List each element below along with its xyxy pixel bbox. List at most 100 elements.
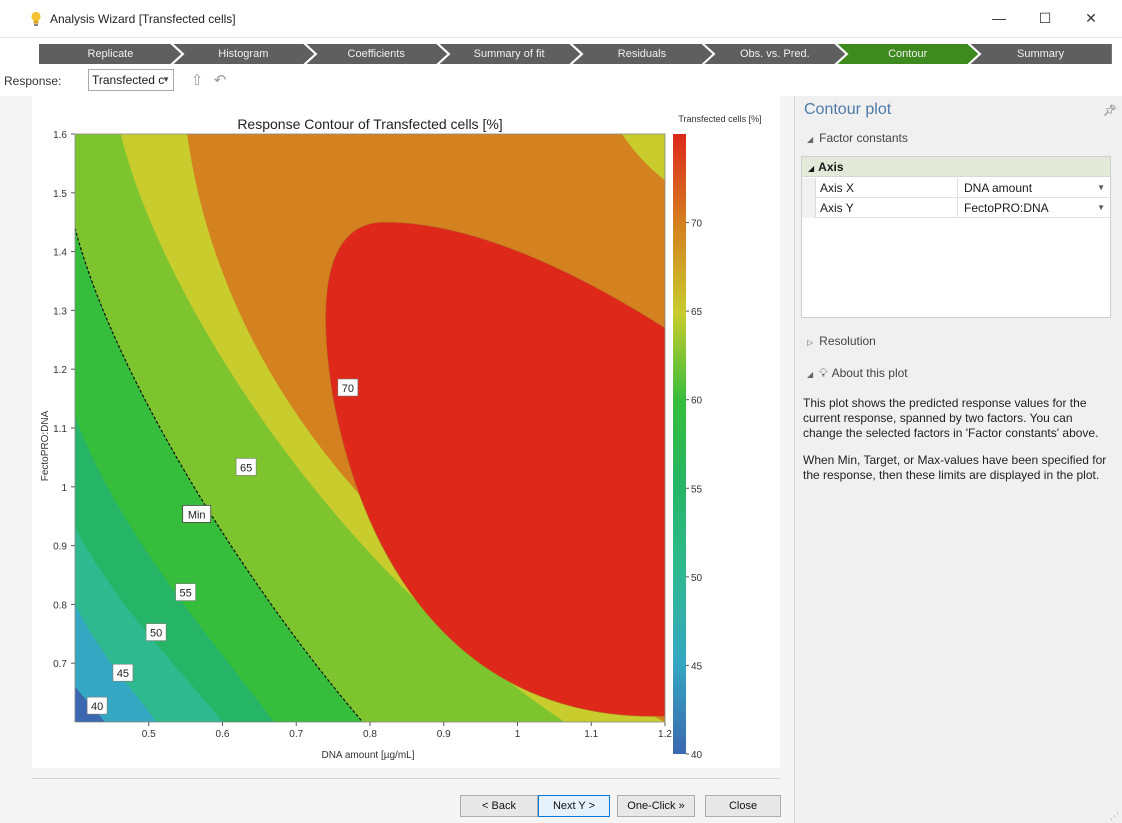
step-contour[interactable]: Contour <box>835 43 981 65</box>
contour-label: 45 <box>117 668 129 680</box>
axis-x-select[interactable]: DNA amount ▼ <box>957 178 1110 198</box>
colorbar-title: Transfected cells [%] <box>678 114 761 124</box>
contour-fills <box>75 134 665 722</box>
colorbar-tick-label: 40 <box>691 750 703 761</box>
x-tick-label: 1.2 <box>658 729 672 740</box>
lightbulb-icon <box>31 11 41 26</box>
chart-title: Response Contour of Transfected cells [%… <box>237 116 502 132</box>
response-label: Response: <box>4 74 62 88</box>
factor-constants-header[interactable]: ◢ Factor constants <box>807 131 908 145</box>
x-tick-label: 0.7 <box>289 729 303 740</box>
step-summary-of-fit[interactable]: Summary of fit <box>436 43 582 65</box>
step-obs-vs-pred[interactable]: Obs. vs. Pred. <box>702 43 848 65</box>
maximize-button[interactable]: ☐ <box>1022 0 1068 36</box>
chevron-down-icon: ▼ <box>1097 203 1105 212</box>
export-icon[interactable]: ⇧ <box>187 71 207 89</box>
min-label: Min <box>188 509 206 521</box>
lightbulb-outline-icon: 💡︎ <box>819 366 828 380</box>
side-panel: Contour plot 📌︎ ◢ Factor constants ◢ Axis … <box>794 96 1122 823</box>
y-tick-label: 1.1 <box>53 424 67 435</box>
pin-icon[interactable]: 📌︎ <box>1103 104 1117 117</box>
y-tick-label: 0.7 <box>53 659 67 670</box>
axis-property-grid: ◢ Axis Axis X DNA amount ▼ Axis Y FectoPRO… <box>801 156 1111 318</box>
y-tick-label: 1.2 <box>53 365 67 376</box>
colorbar-tick-label: 55 <box>691 484 703 495</box>
step-replicate[interactable]: Replicate <box>38 43 183 65</box>
collapse-triangle-icon: ◢ <box>807 370 814 379</box>
right-gutter <box>780 96 794 823</box>
back-button[interactable]: < Back <box>460 795 538 817</box>
axis-x-row[interactable]: Axis X DNA amount ▼ <box>802 178 1110 198</box>
response-select[interactable]: Transfected c ▼ <box>88 69 174 91</box>
undo-icon[interactable]: ↶ <box>210 71 230 89</box>
window-title: Analysis Wizard [Transfected cells] <box>50 12 236 26</box>
step-label: Contour <box>888 48 928 60</box>
colorbar-tick-label: 65 <box>691 307 703 318</box>
resize-grip-icon[interactable]: ⋰ <box>1110 811 1120 821</box>
contour-plot-area: Response Contour of Transfected cells [%… <box>32 106 780 768</box>
chevron-down-icon: ▼ <box>1097 183 1105 192</box>
step-coefficients[interactable]: Coefficients <box>303 43 449 65</box>
step-label: Coefficients <box>347 48 405 60</box>
x-tick-label: 0.8 <box>363 729 377 740</box>
colorbar-gradient <box>673 134 686 754</box>
about-paragraph-1: This plot shows the predicted response v… <box>803 396 1099 440</box>
colorbar-tick-label: 60 <box>691 396 703 407</box>
wizard-steps: Replicate Histogram Coefficients Summary of… <box>38 43 1113 65</box>
colorbar-tick-label: 45 <box>691 661 703 672</box>
colorbar-tick-label: 50 <box>691 573 703 584</box>
response-select-value: Transfected c <box>92 73 165 87</box>
chevron-down-icon: ▼ <box>162 75 170 84</box>
x-tick-label: 1.1 <box>584 729 598 740</box>
title-bar: Analysis Wizard [Transfected cells] — ☐ … <box>0 0 1122 38</box>
step-label: Replicate <box>87 48 134 60</box>
axis-y-row[interactable]: Axis Y FectoPRO:DNA ▼ <box>802 198 1110 218</box>
y-tick-label: 1.3 <box>53 306 67 317</box>
y-tick-label: 1.6 <box>53 130 67 141</box>
axis-y-select[interactable]: FectoPRO:DNA ▼ <box>957 198 1110 218</box>
x-tick-label: 0.5 <box>142 729 156 740</box>
y-tick-label: 1.5 <box>53 189 67 200</box>
x-tick-label: 0.9 <box>437 729 451 740</box>
x-axis: 0.5 0.6 0.7 0.8 0.9 1 1.1 1.2 <box>142 722 672 740</box>
contour-chart[interactable]: Response Contour of Transfected cells [%… <box>32 106 780 768</box>
contour-label: 65 <box>240 462 252 474</box>
x-tick-label: 0.6 <box>216 729 230 740</box>
contour-label: 50 <box>150 628 162 640</box>
step-residuals[interactable]: Residuals <box>569 43 715 65</box>
colorbar: 70 65 60 55 50 45 40 <box>673 134 703 761</box>
x-tick-label: 1 <box>515 729 521 740</box>
x-axis-label: DNA amount [µg/mL] <box>321 750 414 761</box>
left-margin <box>0 96 32 823</box>
contour-label: 55 <box>180 588 192 600</box>
expand-triangle-icon: ▷ <box>807 338 814 347</box>
collapse-triangle-icon: ◢ <box>808 164 815 173</box>
close-button[interactable]: Close <box>705 795 781 817</box>
one-click-button[interactable]: One-Click » <box>617 795 695 817</box>
y-axis-label: FectoPRO:DNA <box>40 410 51 481</box>
step-label: Residuals <box>617 48 667 60</box>
y-tick-label: 0.9 <box>53 542 67 553</box>
about-header[interactable]: ◢ 💡︎ About this plot <box>807 366 908 381</box>
axis-group-header[interactable]: ◢ Axis <box>802 157 1110 177</box>
colorbar-tick-label: 70 <box>691 219 703 230</box>
resolution-header[interactable]: ▷ Resolution <box>807 334 876 348</box>
response-toolbar: Response: Transfected c ▼ ⇧ ↶ <box>0 66 795 96</box>
next-y-button[interactable]: Next Y > <box>538 795 610 817</box>
axis-y-label: Axis Y <box>820 201 854 215</box>
step-histogram[interactable]: Histogram <box>170 43 316 65</box>
step-label: Obs. vs. Pred. <box>739 48 810 60</box>
y-tick-label: 0.8 <box>53 600 67 611</box>
axis-x-label: Axis X <box>820 181 855 195</box>
step-summary[interactable]: Summary <box>968 43 1113 65</box>
panel-title: Contour plot <box>804 101 892 118</box>
step-label: Summary <box>1017 48 1065 60</box>
y-axis: 1.6 1.5 1.4 1.3 1.2 1.1 1 0.9 0.8 0.7 <box>53 130 75 670</box>
close-window-button[interactable]: ✕ <box>1068 0 1114 36</box>
minimize-button[interactable]: — <box>976 0 1022 36</box>
collapse-triangle-icon: ◢ <box>807 135 814 144</box>
divider <box>32 778 780 779</box>
step-label: Summary of fit <box>473 48 545 60</box>
contour-label: 40 <box>91 701 103 713</box>
y-tick-label: 1 <box>61 483 67 494</box>
